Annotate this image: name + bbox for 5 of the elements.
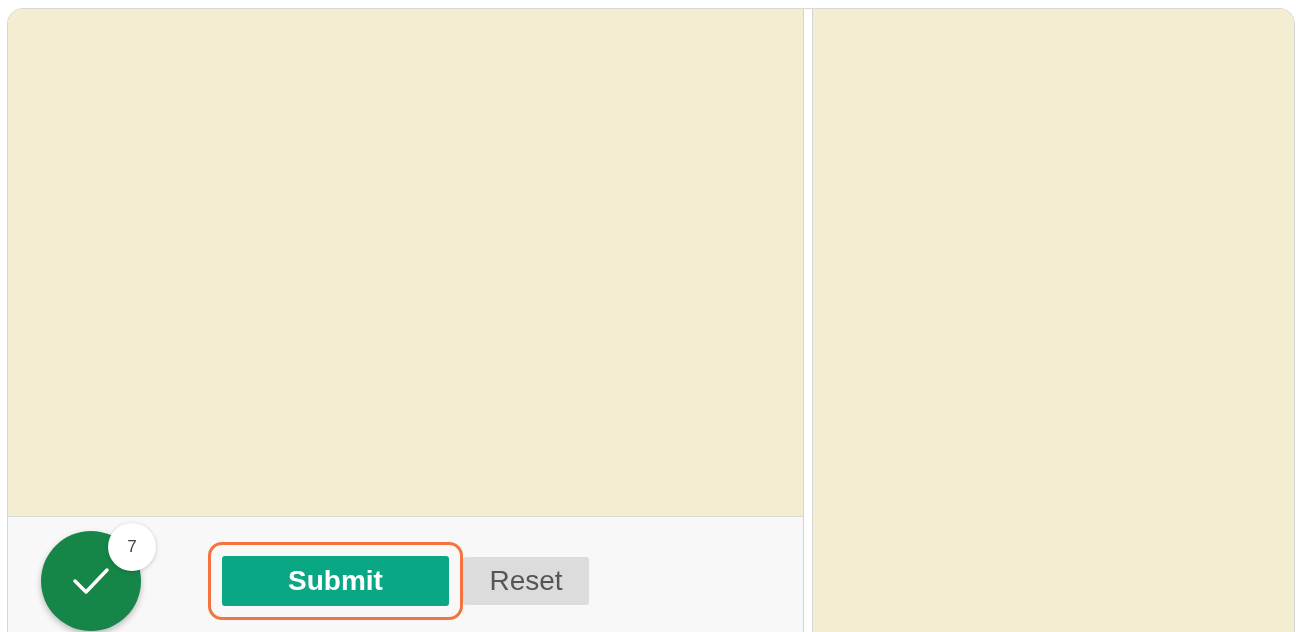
- reset-button[interactable]: Reset: [463, 556, 589, 605]
- pane-splitter[interactable]: [803, 9, 813, 632]
- checkmark-icon: [72, 565, 110, 596]
- submit-button[interactable]: Submit: [222, 555, 449, 606]
- count-badge: 7: [108, 522, 156, 571]
